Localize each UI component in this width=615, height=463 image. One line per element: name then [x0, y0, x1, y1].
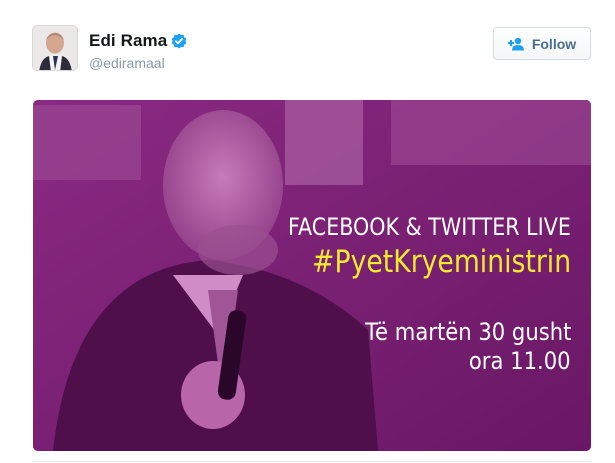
avatar[interactable] — [32, 25, 78, 71]
divider — [33, 461, 591, 462]
author-handle[interactable]: @ediramaal — [89, 55, 165, 71]
follow-button-label: Follow — [531, 35, 577, 52]
add-user-icon — [507, 37, 524, 50]
media-time: ora 11.00 — [469, 347, 571, 375]
author-name-row: Edi Rama — [89, 31, 187, 51]
media-date: Të martën 30 gusht — [364, 318, 571, 346]
author-display-name[interactable]: Edi Rama — [89, 31, 167, 51]
media-headline: FACEBOOK & TWITTER LIVE — [288, 213, 571, 241]
verified-badge-icon — [171, 33, 187, 49]
media-hashtag: #PyetKryeministrin — [312, 244, 571, 280]
tweet-media-image[interactable]: FACEBOOK & TWITTER LIVE #PyetKryeministr… — [33, 100, 591, 451]
follow-button[interactable]: Follow — [493, 27, 591, 60]
